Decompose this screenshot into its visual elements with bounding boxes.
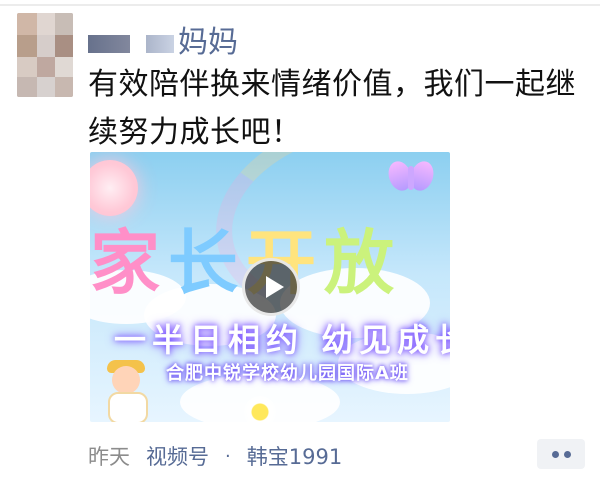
play-button[interactable]	[242, 258, 300, 316]
video-subtitle: 一半日相约 幼见成长	[114, 321, 450, 359]
school-caption: 合肥中锐学校幼儿园国际A班	[166, 363, 409, 384]
meta-separator: ·	[225, 445, 231, 467]
more-icon	[552, 451, 559, 458]
child-head	[112, 366, 140, 394]
avatar-mosaic-block	[55, 57, 73, 77]
masked-name-part	[146, 35, 174, 53]
more-button[interactable]	[537, 439, 585, 469]
avatar-mosaic-block	[37, 13, 55, 35]
author-name-row[interactable]: 妈妈	[88, 25, 268, 61]
avatar-mosaic-block	[55, 77, 73, 97]
avatar-mosaic-block	[55, 13, 73, 35]
avatar-mosaic-block	[37, 77, 55, 97]
avatar-mosaic-block	[37, 57, 55, 77]
video-thumbnail[interactable]: 家长开放 一半日相约 幼见成长 合肥中锐学校幼儿园国际A班	[90, 152, 450, 422]
play-icon	[266, 276, 284, 298]
masked-name-part	[88, 35, 130, 53]
channel-link[interactable]: 视频号	[146, 441, 209, 471]
avatar-mosaic-block	[17, 57, 37, 77]
avatar[interactable]	[17, 13, 73, 97]
avatar-mosaic-block	[55, 35, 73, 57]
post-time: 昨天	[88, 445, 130, 469]
child-body	[108, 392, 148, 422]
video-title-char: 家	[90, 222, 168, 304]
butterfly-icon	[384, 156, 438, 198]
author-name[interactable]: 妈妈	[178, 25, 238, 61]
avatar-mosaic-block	[17, 77, 37, 97]
post-meta: 昨天 视频号 · 韩宝1991	[88, 441, 342, 471]
avatar-mosaic-block	[17, 35, 37, 57]
more-icon	[564, 451, 571, 458]
channel-author[interactable]: 韩宝1991	[247, 441, 342, 471]
child-illustration	[98, 354, 158, 422]
top-divider	[0, 4, 600, 6]
sun-decoration	[90, 160, 138, 216]
butterfly-body	[408, 166, 414, 190]
post-text: 有效陪伴换来情绪价值，我们一起继续努力成长吧！	[88, 67, 576, 150]
avatar-mosaic-block	[37, 35, 55, 57]
video-title-char: 长	[168, 222, 246, 304]
flower-icon	[246, 398, 274, 422]
avatar-mosaic-block	[17, 13, 37, 35]
moments-post-card: 妈妈 有效陪伴换来情绪价值，我们一起继续努力成长吧！ 家长开放 一半日相约 幼见…	[0, 0, 600, 493]
video-title-char: 放	[324, 222, 402, 304]
